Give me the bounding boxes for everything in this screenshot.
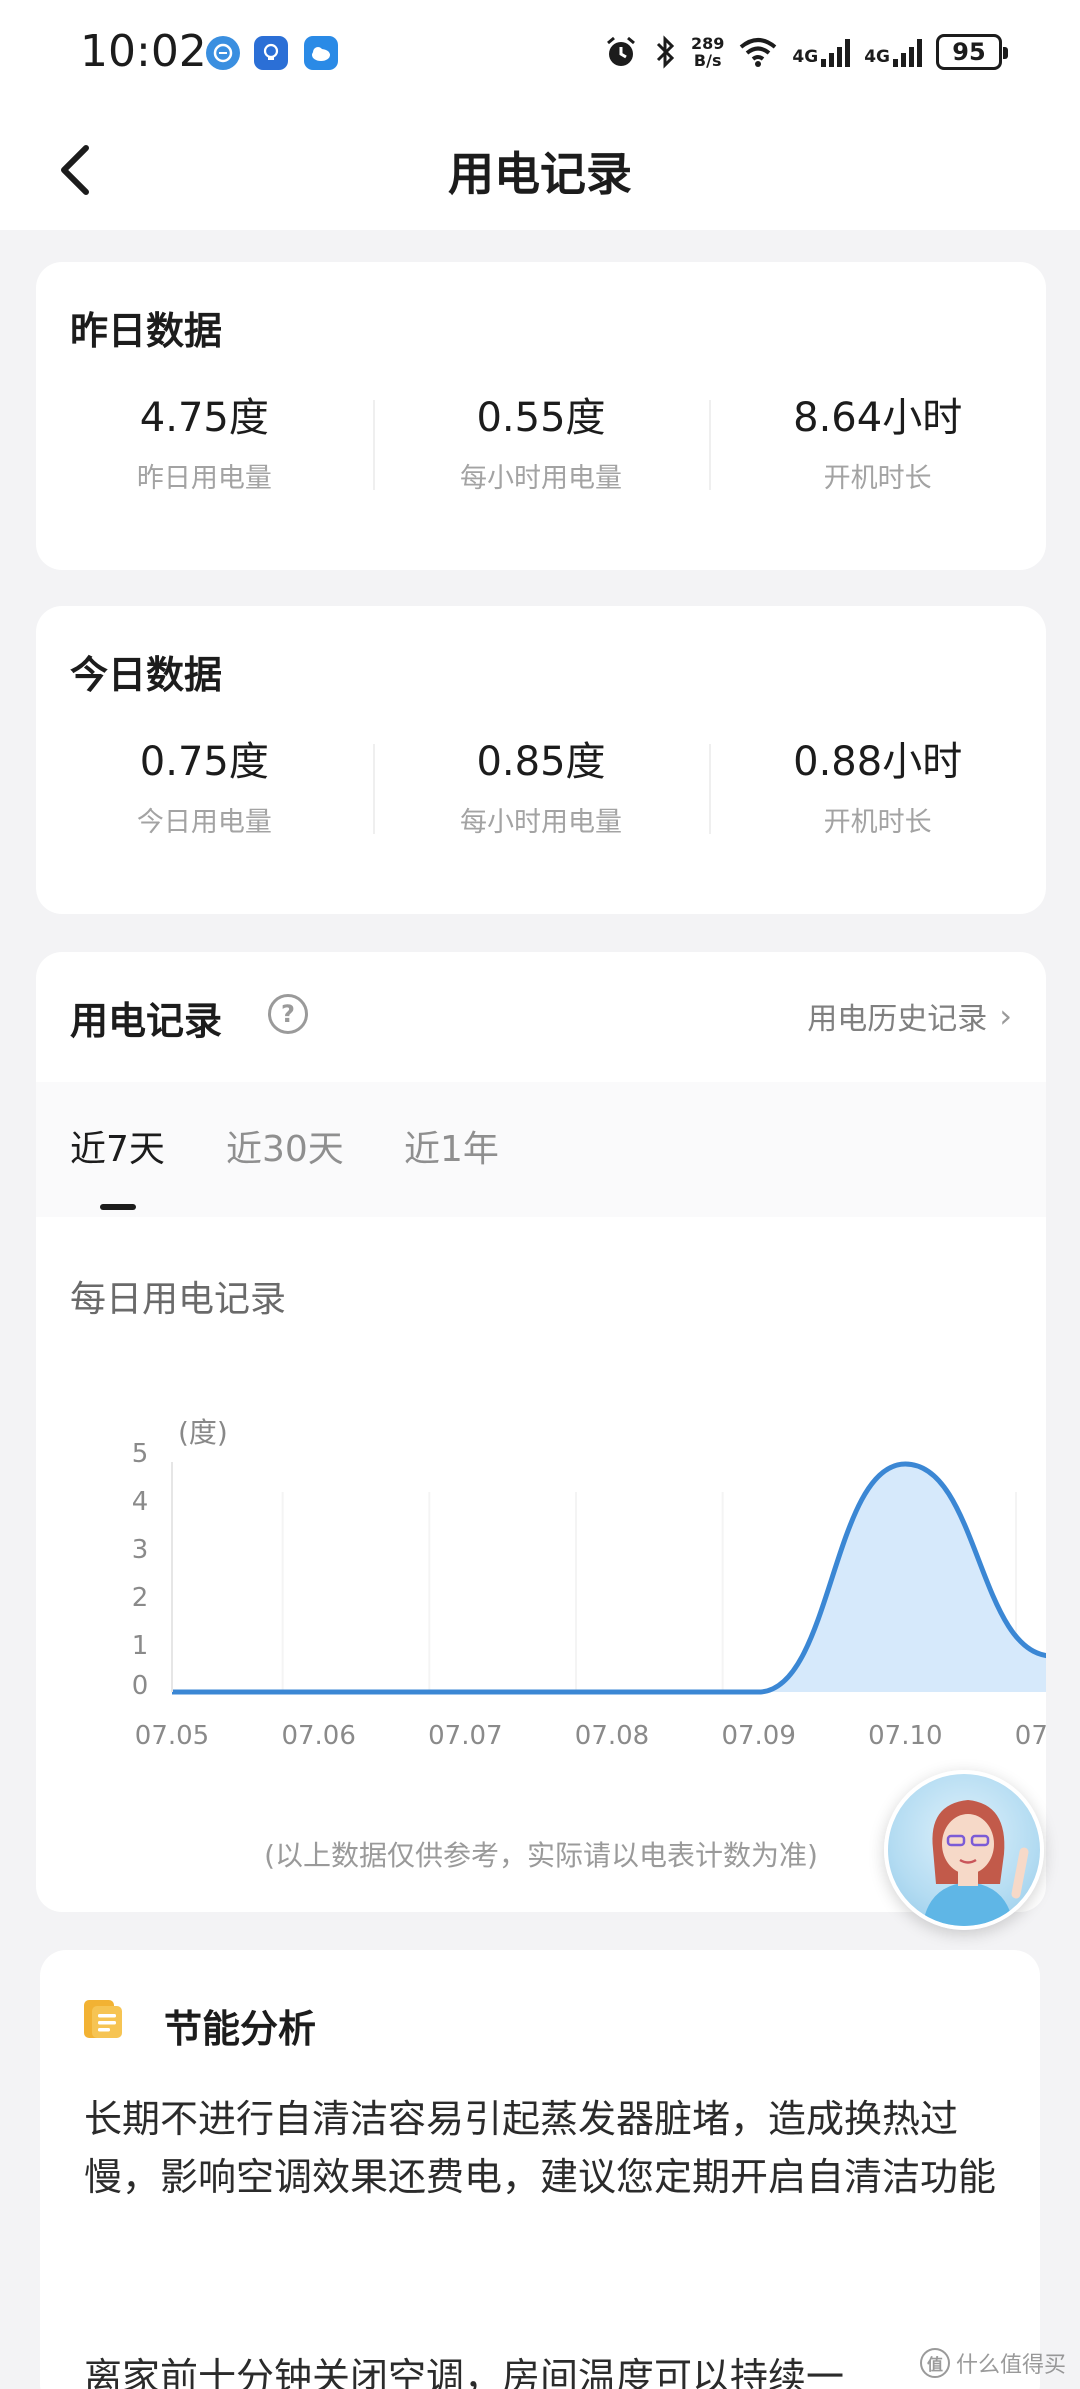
stat-today-usage: 0.75度 今日用电量 (36, 736, 373, 846)
bulb-app-icon (254, 36, 288, 70)
weather-app-icon (304, 36, 338, 70)
x-tick-label: 07.07 (428, 1721, 502, 1751)
status-bar: 10:02 289 B/s 4G 4G 95 (0, 0, 1080, 110)
history-link-label: 用电历史记录 (807, 1002, 988, 1037)
wifi-icon (740, 38, 777, 67)
net-speed-value: 289 (691, 34, 725, 53)
bluetooth-icon (656, 35, 675, 69)
yesterday-title: 昨日数据 (70, 309, 223, 353)
assistant-avatar[interactable] (884, 1770, 1044, 1930)
battery-level: 95 (952, 38, 986, 66)
alarm-icon (607, 36, 635, 66)
stat-label: 每小时用电量 (460, 807, 622, 838)
signal-1: 4G (792, 37, 851, 67)
y-tick-label: 5 (132, 1439, 149, 1469)
period-tabs: 近7天 近30天 近1年 (36, 1082, 1046, 1217)
stat-hourly-usage: 0.85度 每小时用电量 (372, 736, 710, 846)
tab-30-days[interactable]: 近30天 (226, 1120, 344, 1172)
y-tick-label: 3 (132, 1535, 149, 1565)
stat-runtime: 8.64小时 开机时长 (709, 392, 1046, 502)
status-icons: 289 B/s 4G 4G 95 (603, 28, 1008, 76)
nav-bar: 用电记录 (0, 110, 1080, 230)
signal-icon (821, 37, 851, 67)
analysis-paragraph-1: 长期不进行自清洁容易引起蒸发器脏堵，造成换热过慢，影响空调效果还费电，建议您定期… (84, 2097, 997, 2199)
chevron-right-icon: › (999, 997, 1012, 1035)
stat-label: 每小时用电量 (460, 463, 622, 494)
battery-icon: 95 (936, 34, 1008, 70)
tab-1-year[interactable]: 近1年 (404, 1120, 499, 1172)
watermark-logo-icon: 值 (919, 2348, 950, 2378)
y-tick-label: 2 (132, 1583, 149, 1613)
signal-icon (893, 37, 922, 67)
chart-title: 每日用电记录 (70, 1279, 287, 1320)
watermark-text: 什么值得买 (955, 2353, 1066, 2378)
stat-runtime: 0.88小时 开机时长 (709, 736, 1046, 846)
tab-7-days[interactable]: 近7天 (70, 1120, 165, 1172)
stat-value: 4.75度 (139, 395, 269, 441)
record-header: 用电记录 ? 用电历史记录 › (36, 952, 1046, 1082)
analysis-title: 节能分析 (164, 2007, 317, 2051)
today-stats: 0.75度 今日用电量 0.85度 每小时用电量 0.88小时 开机时长 (36, 736, 1046, 846)
net-speed: 289 B/s (691, 35, 724, 69)
browser-app-icon (206, 36, 240, 70)
stat-value: 8.64小时 (793, 395, 963, 441)
stat-label: 开机时长 (823, 807, 932, 838)
signal-2: 4G (864, 37, 922, 67)
stat-label: 开机时长 (823, 463, 932, 494)
history-link[interactable]: 用电历史记录 › (807, 994, 1012, 1038)
yesterday-stats: 4.75度 昨日用电量 0.55度 每小时用电量 8.64小时 开机时长 (36, 392, 1046, 502)
stat-value: 0.55度 (476, 395, 606, 441)
analysis-paragraph-2: 离家前十分钟关闭空调，房间温度可以持续一 (84, 2355, 845, 2389)
stat-value: 0.75度 (139, 739, 269, 785)
x-tick-label: 07.05 (135, 1721, 209, 1751)
x-tick-label: 07.06 (281, 1721, 355, 1751)
network-type-2: 4G (864, 47, 890, 67)
y-tick-label: 0 (132, 1671, 149, 1701)
energy-analysis-card: 节能分析 长期不进行自清洁容易引起蒸发器脏堵，造成换热过慢，影响空调效果还费电，… (40, 1950, 1040, 2389)
stat-yesterday-usage: 4.75度 昨日用电量 (36, 392, 373, 502)
today-title: 今日数据 (70, 653, 223, 697)
y-axis-label: (度) (178, 1416, 228, 1449)
network-type-1: 4G (792, 47, 819, 67)
record-title: 用电记录 (70, 999, 223, 1043)
page-title: 用电记录 (448, 147, 632, 201)
today-card: 今日数据 0.75度 今日用电量 0.85度 每小时用电量 0.88小时 开机时… (36, 606, 1046, 914)
y-tick-label: 1 (132, 1631, 149, 1661)
watermark: 值 什么值得买 (919, 2347, 1066, 2379)
y-tick-label: 4 (132, 1487, 149, 1517)
net-speed-unit: B/s (693, 51, 722, 70)
stat-value: 0.85度 (476, 739, 606, 785)
status-time: 10:02 (80, 26, 207, 77)
record-card: 用电记录 ? 用电历史记录 › 近7天 近30天 近1年 每日用电记录 (度) … (36, 952, 1046, 1912)
x-tick-label: 07.10 (868, 1721, 942, 1751)
document-icon (84, 2000, 122, 2038)
usage-area (172, 1464, 1046, 1692)
stat-label: 今日用电量 (136, 807, 272, 838)
x-tick-label: 07.11 (1015, 1721, 1046, 1751)
daily-usage-chart: (度) 0 1 2 3 4 5 07.05 07.06 07.07 07.08 07.09 07.1… (132, 1416, 1046, 1751)
tab-indicator (100, 1204, 136, 1210)
stat-value: 0.88小时 (793, 739, 963, 785)
x-tick-label: 07.09 (721, 1721, 795, 1751)
stat-label: 昨日用电量 (136, 463, 272, 494)
help-icon[interactable]: ? (268, 994, 308, 1034)
yesterday-card: 昨日数据 4.75度 昨日用电量 0.55度 每小时用电量 8.64小时 开机时… (36, 262, 1046, 570)
x-tick-label: 07.08 (575, 1721, 649, 1751)
stat-hourly-usage: 0.55度 每小时用电量 (372, 392, 710, 502)
